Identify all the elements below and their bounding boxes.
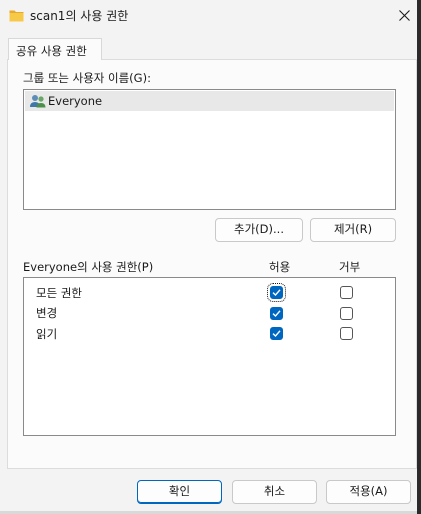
allow-full-checkbox[interactable] xyxy=(267,283,286,302)
deny-full-checkbox[interactable] xyxy=(340,286,353,299)
permission-name-full: 모든 권한 xyxy=(36,286,82,300)
window-edge xyxy=(417,0,421,514)
tab-label: 공유 사용 권한 xyxy=(16,44,87,58)
deny-read-checkbox[interactable] xyxy=(340,327,353,340)
deny-change-checkbox[interactable] xyxy=(340,307,353,320)
allow-read-checkbox[interactable] xyxy=(270,327,283,340)
users-icon xyxy=(30,95,46,108)
list-item[interactable]: Everyone xyxy=(25,91,394,111)
groups-label: 그룹 또는 사용자 이름(G): xyxy=(23,71,151,85)
permissions-label: Everyone의 사용 권한(P) xyxy=(23,260,154,274)
allow-header: 허용 xyxy=(269,260,291,274)
title-bar: scan1의 사용 권한 xyxy=(0,0,417,32)
close-icon xyxy=(399,10,410,21)
deny-header: 거부 xyxy=(339,260,361,274)
permissions-dialog: scan1의 사용 권한 공유 사용 권한 그룹 또는 사용자 이름(G): E… xyxy=(0,0,421,514)
permission-name-change: 변경 xyxy=(36,306,58,320)
permissions-list: 모든 권한 변경 읽기 xyxy=(23,277,396,436)
folder-icon xyxy=(9,10,24,22)
users-listbox[interactable]: Everyone xyxy=(23,89,396,210)
checkmark-icon xyxy=(272,289,281,297)
allow-change-checkbox[interactable] xyxy=(270,307,283,320)
checkmark-icon xyxy=(272,330,281,338)
close-button[interactable] xyxy=(388,0,420,32)
remove-button[interactable]: 제거(R) xyxy=(310,218,396,242)
cancel-button[interactable]: 취소 xyxy=(232,480,317,504)
ok-button[interactable]: 확인 xyxy=(137,480,222,504)
apply-button[interactable]: 적용(A) xyxy=(326,480,411,504)
tab-share-permissions[interactable]: 공유 사용 권한 xyxy=(8,38,102,60)
window-title: scan1의 사용 권한 xyxy=(30,9,129,23)
add-button[interactable]: 추가(D)... xyxy=(215,218,303,242)
list-item-name: Everyone xyxy=(48,94,103,108)
checkmark-icon xyxy=(272,310,281,318)
permission-name-read: 읽기 xyxy=(36,327,58,341)
